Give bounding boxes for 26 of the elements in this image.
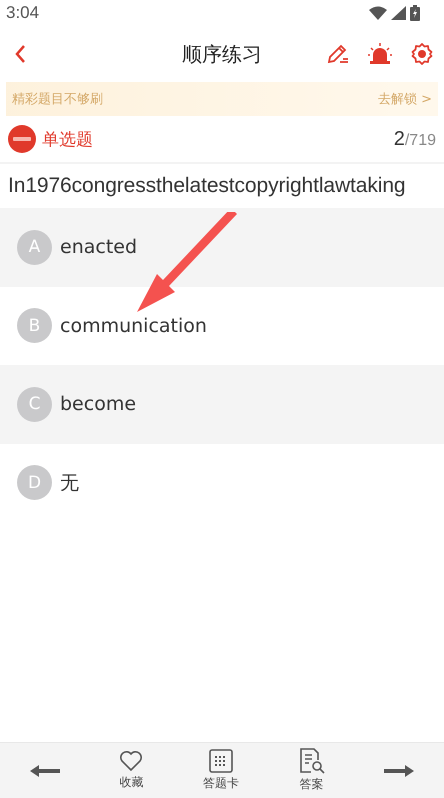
previous-button[interactable] (30, 764, 60, 776)
pencil-icon[interactable] (326, 42, 350, 66)
status-time: 3:04 (6, 3, 40, 23)
option-text: 无 (60, 470, 79, 496)
toolbar-tab[interactable]: 收藏 (119, 750, 144, 791)
banner-text: 精彩题目不够刷 (12, 91, 103, 108)
toolbar-tab[interactable]: 答题卡 (202, 749, 239, 792)
option-text: communication (60, 314, 207, 337)
document-search-icon (298, 748, 325, 774)
toolbar-tab[interactable]: 答案 (298, 748, 325, 793)
signal-icon (391, 6, 406, 20)
wifi-icon (369, 6, 387, 20)
battery-icon (410, 5, 420, 21)
option-text: enacted (60, 236, 138, 258)
question-type: 单选题 (42, 128, 93, 150)
page-title: 顺序练习 (182, 40, 262, 68)
heart-icon (119, 750, 144, 772)
alarm-light-icon[interactable] (368, 42, 392, 66)
question-counter: 2/719 (394, 128, 436, 150)
logo-icon (8, 125, 36, 153)
option-text: become (60, 393, 136, 416)
next-button[interactable] (384, 764, 414, 776)
chevron-left-icon (14, 44, 26, 64)
grid-icon (208, 749, 233, 773)
settings-icon[interactable] (410, 42, 434, 66)
question-text: In1976congressthelatestcopyrightlawtaking (7, 173, 406, 199)
